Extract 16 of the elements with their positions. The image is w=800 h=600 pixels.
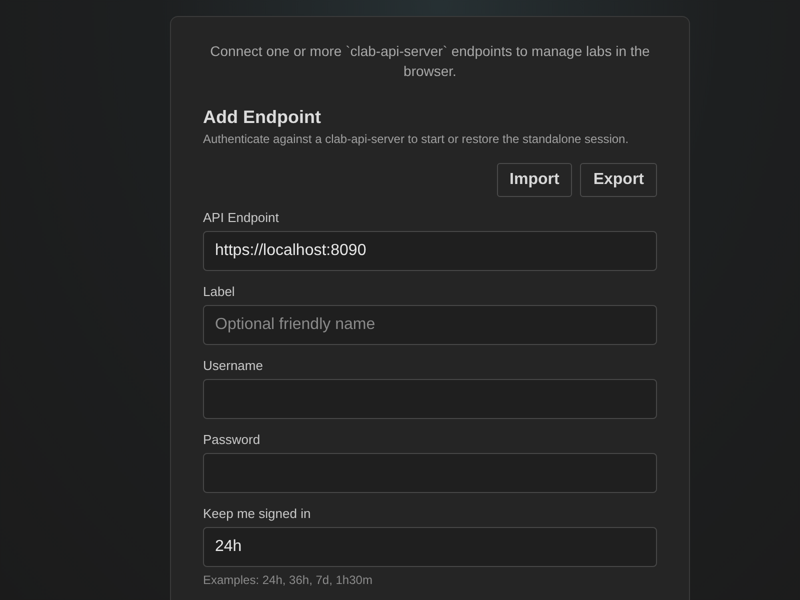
field-label: Label — [203, 284, 235, 300]
section-subtitle: Authenticate against a clab-api-server to start or restore the standalone session. — [203, 131, 630, 147]
input-field[interactable]: 24h — [203, 527, 657, 567]
section-title: Add Endpoint — [203, 106, 322, 129]
hint-text: Examples: 24h, 36h, 7d, 1h30m — [203, 573, 372, 587]
input-field[interactable] — [203, 379, 657, 419]
export-button[interactable]: Export — [580, 163, 657, 197]
input-field[interactable]: https://localhost:8090 — [203, 231, 657, 271]
input-field[interactable]: Optional friendly name — [203, 305, 657, 345]
input-field[interactable] — [203, 453, 657, 493]
import-button[interactable]: Import — [496, 163, 572, 197]
intro-text: Connect one or more `clab-api-server` endpoints to manage labs in the browser. — [209, 42, 651, 81]
field-label: Keep me signed in — [203, 506, 311, 522]
field-label: Password — [203, 432, 260, 448]
field-label: API Endpoint — [203, 210, 279, 226]
field-label: Username — [203, 358, 263, 374]
